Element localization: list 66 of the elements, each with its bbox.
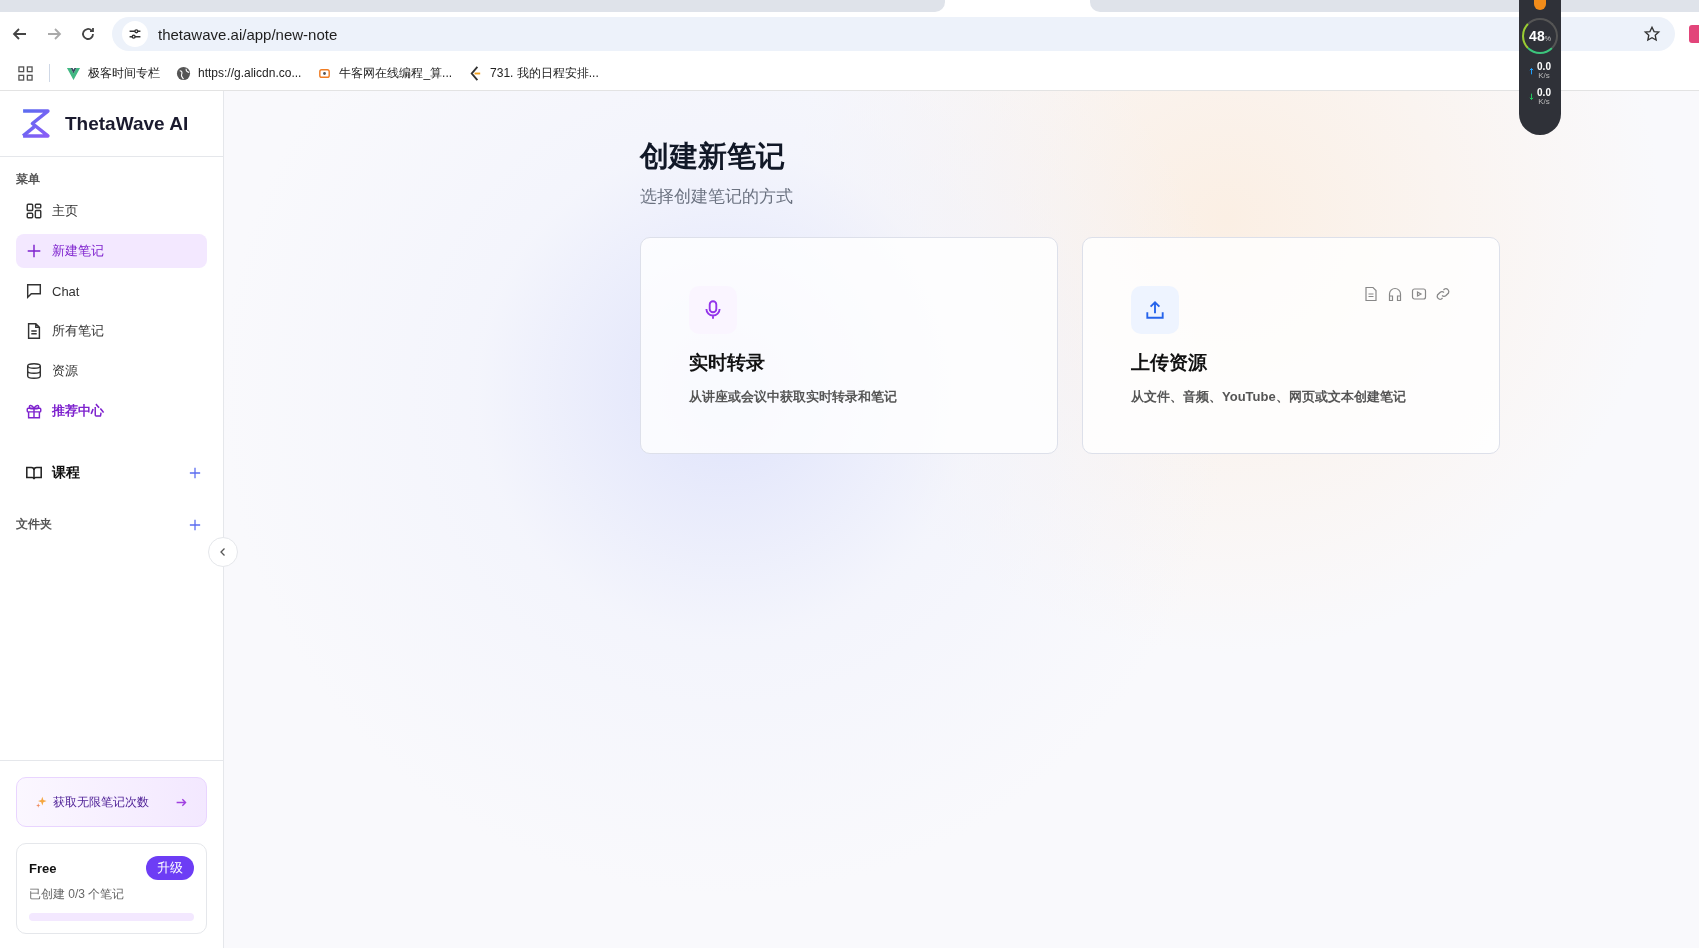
globe-icon <box>176 65 191 81</box>
sidebar-item[interactable]: 资源 <box>16 354 207 388</box>
card-title: 实时转录 <box>689 351 766 375</box>
card-title: 上传资源 <box>1131 351 1208 375</box>
logo-icon <box>20 108 51 139</box>
item-label: 主页 <box>52 202 78 220</box>
site-settings-icon[interactable] <box>122 21 148 47</box>
upgrade-promo-button[interactable]: 获取无限笔记次数 <box>16 777 207 827</box>
plus-icon <box>25 242 43 260</box>
plan-name: Free <box>29 860 57 876</box>
sidebar-item[interactable]: Chat <box>16 274 207 308</box>
document-icon <box>25 322 43 340</box>
option-card[interactable]: 实时转录 从讲座或会议中获取实时转录和笔记 <box>640 237 1058 454</box>
courses-label: 课程 <box>52 464 80 482</box>
grid-icon <box>25 202 43 220</box>
item-label: 推荐中心 <box>52 402 104 420</box>
sidebar-item[interactable]: 所有笔记 <box>16 314 207 348</box>
database-icon <box>25 362 43 380</box>
link-icon <box>1435 286 1451 302</box>
upload-arrow-icon <box>1529 67 1535 75</box>
upgrade-button[interactable]: 升级 <box>146 856 194 880</box>
bookmark-label: 731. 我的日程安排... <box>490 64 599 82</box>
section-label: 菜单 <box>16 171 41 188</box>
page-title: 创建新笔记 <box>640 139 786 174</box>
sidebar-item[interactable]: 新建笔记 <box>16 234 207 268</box>
download-arrow-icon <box>1529 93 1535 101</box>
apps-icon[interactable] <box>18 65 33 81</box>
promo-label: 获取无限笔记次数 <box>53 793 149 811</box>
speed-unit: K/s <box>1538 72 1550 80</box>
brand-name: ThetaWave AI <box>65 112 189 135</box>
video-icon <box>1411 286 1427 302</box>
usage-text: 已创建 0/3 个笔记 <box>29 886 126 903</box>
download-speed: 0.0 <box>1537 88 1551 98</box>
shield-icon <box>1534 0 1546 10</box>
item-label: 所有笔记 <box>52 322 104 340</box>
bookmark-item[interactable]: 极客时间专栏 <box>66 64 160 82</box>
sidebar-item[interactable]: 主页 <box>16 194 207 228</box>
bookmark-label: 极客时间专栏 <box>88 64 160 82</box>
bookmark-star-icon[interactable] <box>1643 25 1661 43</box>
document-icon <box>1363 286 1379 302</box>
v-shape-icon <box>66 65 81 81</box>
book-icon <box>25 464 43 482</box>
sparkle-icon <box>35 795 48 809</box>
bookmark-label: https://g.alicdn.co... <box>198 66 302 80</box>
option-card[interactable]: 上传资源 从文件、音频、YouTube、网页或文本创建笔记 <box>1082 237 1500 454</box>
upload-speed: 0.0 <box>1537 62 1551 72</box>
microphone-icon <box>689 286 737 334</box>
bookmark-label: 牛客网在线编程_算... <box>339 64 453 82</box>
page-subtitle: 选择创建笔记的方式 <box>640 186 794 208</box>
card-description: 从讲座或会议中获取实时转录和笔记 <box>689 388 898 406</box>
bookmark-item[interactable]: 731. 我的日程安排... <box>468 64 599 82</box>
add-icon[interactable] <box>189 518 201 531</box>
item-label: Chat <box>52 283 80 299</box>
chat-bubble-icon <box>25 282 43 300</box>
add-icon[interactable] <box>189 467 201 479</box>
headphones-icon <box>1387 286 1403 302</box>
speed-unit: K/s <box>1538 98 1550 106</box>
bookmark-item[interactable]: 牛客网在线编程_算... <box>317 64 453 82</box>
sidebar-item[interactable]: 推荐中心 <box>16 394 207 428</box>
gift-icon <box>25 402 43 420</box>
bookmark-item[interactable]: https://g.alicdn.co... <box>176 65 302 81</box>
item-label: 新建笔记 <box>52 242 104 260</box>
card-description: 从文件、音频、YouTube、网页或文本创建笔记 <box>1131 388 1407 406</box>
section-label: 文件夹 <box>16 516 52 533</box>
upload-icon <box>1131 286 1179 334</box>
item-label: 资源 <box>52 362 78 380</box>
